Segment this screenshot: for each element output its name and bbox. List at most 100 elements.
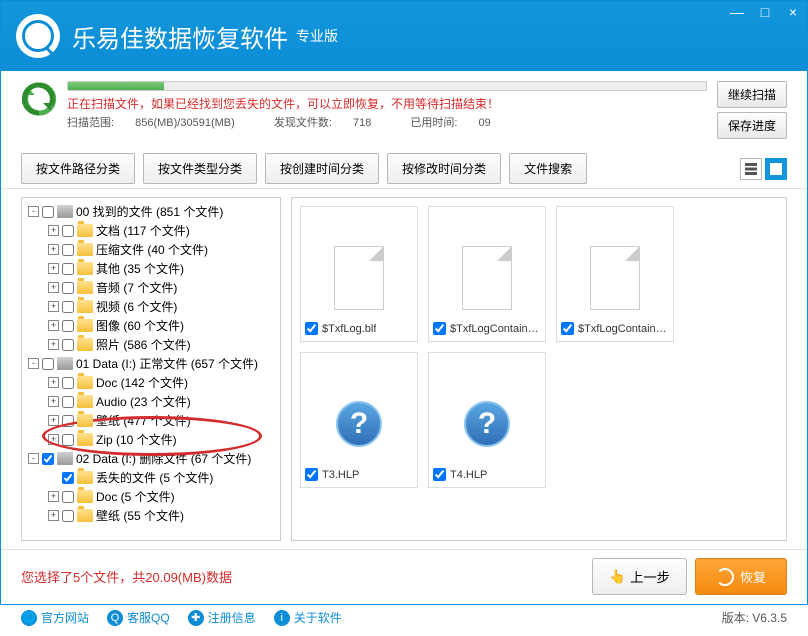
tree-toggle[interactable]: +	[48, 491, 59, 502]
tree-toggle[interactable]: +	[48, 225, 59, 236]
tree-node[interactable]: + 图像 (60 个文件)	[24, 316, 278, 335]
tree-node[interactable]: +音频 (7 个文件)	[24, 278, 278, 297]
close-button[interactable]: ×	[779, 1, 807, 23]
tree-node[interactable]: -00 找到的文件 (851 个文件)	[24, 202, 278, 221]
tree-checkbox[interactable]	[62, 472, 74, 484]
file-checkbox[interactable]	[561, 322, 574, 335]
folder-icon	[77, 414, 93, 427]
file-page-icon	[334, 246, 384, 310]
tab-by-path[interactable]: 按文件路径分类	[21, 153, 135, 184]
tree-node[interactable]: 丢失的文件 (5 个文件)	[24, 468, 278, 487]
tab-by-type[interactable]: 按文件类型分类	[143, 153, 257, 184]
tab-row: 按文件路径分类 按文件类型分类 按创建时间分类 按修改时间分类 文件搜索	[1, 149, 807, 189]
tree-node[interactable]: +照片 (586 个文件)	[24, 335, 278, 354]
tree-node[interactable]: + 视频 (6 个文件)	[24, 297, 278, 316]
folder-icon	[77, 471, 93, 484]
tree-checkbox[interactable]	[62, 415, 74, 427]
tree-label: 图像 (60 个文件)	[96, 317, 184, 334]
tree-checkbox[interactable]	[62, 396, 74, 408]
tree-checkbox[interactable]	[62, 434, 74, 446]
link-register[interactable]: ✚注册信息	[188, 609, 256, 626]
tree-toggle[interactable]: +	[48, 510, 59, 521]
unknown-file-icon: ?	[336, 401, 382, 447]
tree-toggle[interactable]: +	[48, 320, 59, 331]
tree-checkbox[interactable]	[62, 377, 74, 389]
previous-button-label: 上一步	[630, 567, 670, 586]
tree-node[interactable]: +Audio (23 个文件)	[24, 392, 278, 411]
unknown-file-icon: ?	[464, 401, 510, 447]
tree-checkbox[interactable]	[42, 206, 54, 218]
tree-node[interactable]: +Doc (5 个文件)	[24, 487, 278, 506]
folder-icon	[77, 300, 93, 313]
tree-checkbox[interactable]	[62, 339, 74, 351]
file-item[interactable]: $TxfLogContainer...	[428, 206, 546, 342]
tree-node[interactable]: +文档 (117 个文件)	[24, 221, 278, 240]
tab-by-modified[interactable]: 按修改时间分类	[387, 153, 501, 184]
progress-bar	[67, 81, 707, 91]
file-tree[interactable]: -00 找到的文件 (851 个文件)+文档 (117 个文件)+压缩文件 (4…	[21, 197, 281, 541]
link-about[interactable]: i关于软件	[274, 609, 342, 626]
file-item[interactable]: $TxfLog.blf	[300, 206, 418, 342]
view-list-button[interactable]	[740, 158, 762, 180]
main-window: 乐易佳数据恢复软件 专业版 — □ × 正在扫描文件，如果已经找到您丢失的文件，…	[0, 0, 808, 605]
tree-node[interactable]: +壁纸 (55 个文件)	[24, 506, 278, 525]
link-qq[interactable]: Q客服QQ	[107, 609, 170, 626]
summary-suffix: 数据	[206, 570, 232, 585]
tree-toggle[interactable]: +	[48, 339, 59, 350]
tree-checkbox[interactable]	[42, 358, 54, 370]
tree-checkbox[interactable]	[62, 244, 74, 256]
tree-node[interactable]: +壁纸 (477 个文件)	[24, 411, 278, 430]
tree-label: Zip (10 个文件)	[96, 431, 177, 448]
tree-checkbox[interactable]	[62, 320, 74, 332]
file-checkbox[interactable]	[305, 322, 318, 335]
maximize-button[interactable]: □	[751, 1, 779, 23]
recover-button[interactable]: 恢复	[695, 558, 787, 595]
tab-by-created[interactable]: 按创建时间分类	[265, 153, 379, 184]
file-grid: $TxfLog.blf$TxfLogContainer...$TxfLogCon…	[291, 197, 787, 541]
tree-toggle[interactable]: +	[48, 434, 59, 445]
tree-label: 视频 (6 个文件)	[96, 298, 177, 315]
action-buttons: 👆 上一步 恢复	[592, 558, 787, 595]
file-item[interactable]: ?T4.HLP	[428, 352, 546, 488]
tree-toggle[interactable]: -	[28, 206, 39, 217]
tree-label: 其他 (35 个文件)	[96, 260, 184, 277]
file-item[interactable]: $TxfLogContainer...	[556, 206, 674, 342]
tree-label: Doc (142 个文件)	[96, 374, 188, 391]
file-checkbox[interactable]	[305, 468, 318, 481]
file-page-icon	[462, 246, 512, 310]
tree-checkbox[interactable]	[62, 301, 74, 313]
tree-node[interactable]: + Doc (142 个文件)	[24, 373, 278, 392]
previous-button[interactable]: 👆 上一步	[592, 558, 687, 595]
app-title: 乐易佳数据恢复软件	[72, 19, 288, 54]
tree-checkbox[interactable]	[62, 491, 74, 503]
tab-search[interactable]: 文件搜索	[509, 153, 587, 184]
view-grid-button[interactable]	[765, 158, 787, 180]
tree-toggle[interactable]: +	[48, 396, 59, 407]
tree-checkbox[interactable]	[42, 453, 54, 465]
minimize-button[interactable]: —	[723, 1, 751, 23]
folder-icon	[77, 376, 93, 389]
tree-toggle[interactable]: +	[48, 301, 59, 312]
tree-toggle[interactable]: +	[48, 377, 59, 388]
tree-checkbox[interactable]	[62, 225, 74, 237]
save-progress-button[interactable]: 保存进度	[717, 112, 787, 139]
link-official-site[interactable]: 🌐官方网站	[21, 609, 89, 626]
tree-toggle[interactable]: -	[28, 453, 39, 464]
tree-toggle[interactable]: -	[28, 358, 39, 369]
tree-checkbox[interactable]	[62, 510, 74, 522]
tree-node[interactable]: + Zip (10 个文件)	[24, 430, 278, 449]
tree-node[interactable]: + 其他 (35 个文件)	[24, 259, 278, 278]
file-item[interactable]: ?T3.HLP	[300, 352, 418, 488]
tree-node[interactable]: +压缩文件 (40 个文件)	[24, 240, 278, 259]
tree-toggle[interactable]: +	[48, 415, 59, 426]
file-checkbox[interactable]	[433, 322, 446, 335]
tree-node[interactable]: -01 Data (I:) 正常文件 (657 个文件)	[24, 354, 278, 373]
tree-checkbox[interactable]	[62, 263, 74, 275]
tree-toggle[interactable]: +	[48, 263, 59, 274]
tree-toggle[interactable]: +	[48, 282, 59, 293]
file-checkbox[interactable]	[433, 468, 446, 481]
tree-toggle[interactable]: +	[48, 244, 59, 255]
continue-scan-button[interactable]: 继续扫描	[717, 81, 787, 108]
tree-node[interactable]: -02 Data (I:) 删除文件 (67 个文件)	[24, 449, 278, 468]
tree-checkbox[interactable]	[62, 282, 74, 294]
